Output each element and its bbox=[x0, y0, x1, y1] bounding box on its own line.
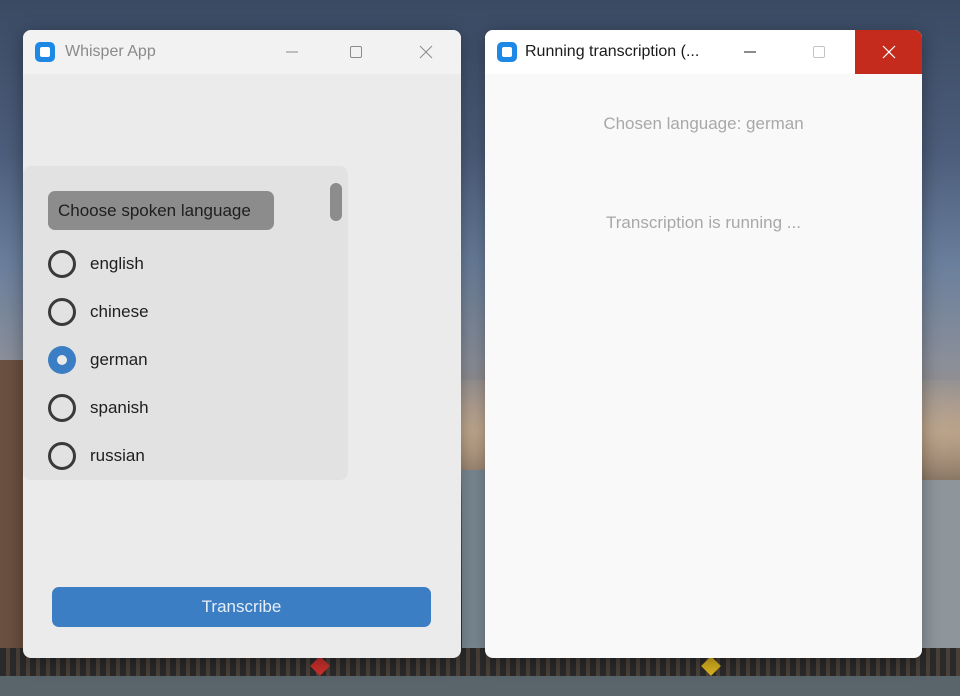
radio-label: english bbox=[90, 254, 144, 273]
title-bar[interactable]: Whisper App bbox=[23, 30, 461, 74]
radio-chinese[interactable]: chinese bbox=[48, 297, 149, 327]
radio-unchecked-icon[interactable] bbox=[48, 298, 76, 326]
running-transcription-window: Running transcription (... Chosen langua… bbox=[485, 30, 922, 658]
background-water bbox=[0, 676, 960, 696]
transcribe-button[interactable]: Transcribe bbox=[52, 587, 431, 627]
app-square-icon bbox=[497, 42, 517, 62]
window-title: Whisper App bbox=[65, 43, 156, 60]
maximize-icon bbox=[350, 46, 362, 58]
radio-checked-icon[interactable] bbox=[48, 346, 76, 374]
radio-label: chinese bbox=[90, 302, 149, 321]
language-scroll-frame[interactable]: Choose spoken language english chinese g… bbox=[23, 166, 348, 480]
app-square-icon bbox=[35, 42, 55, 62]
minimize-button[interactable] bbox=[269, 30, 315, 74]
minimize-icon bbox=[286, 51, 298, 53]
chosen-language-text: Chosen language: german bbox=[603, 114, 804, 133]
radio-unchecked-icon[interactable] bbox=[48, 394, 76, 422]
radio-unchecked-icon[interactable] bbox=[48, 442, 76, 470]
minimize-button[interactable] bbox=[727, 30, 773, 74]
background-building bbox=[922, 480, 960, 660]
title-bar[interactable]: Running transcription (... bbox=[485, 30, 922, 74]
maximize-button[interactable] bbox=[333, 30, 379, 74]
maximize-icon bbox=[813, 46, 825, 58]
transcription-status-text: Transcription is running ... bbox=[606, 213, 801, 232]
radio-label: german bbox=[90, 350, 148, 369]
close-button[interactable] bbox=[403, 30, 449, 74]
radio-english[interactable]: english bbox=[48, 249, 144, 279]
close-icon bbox=[882, 45, 895, 59]
minimize-icon bbox=[744, 51, 756, 53]
scrollbar-thumb[interactable] bbox=[330, 183, 342, 221]
background-building bbox=[462, 470, 486, 660]
close-icon bbox=[419, 45, 433, 59]
close-button[interactable] bbox=[855, 30, 922, 74]
maximize-button[interactable] bbox=[796, 30, 842, 74]
radio-russian[interactable]: russian bbox=[48, 441, 145, 471]
radio-unchecked-icon[interactable] bbox=[48, 250, 76, 278]
window-title: Running transcription (... bbox=[525, 43, 700, 60]
radio-label: spanish bbox=[90, 398, 149, 417]
radio-german[interactable]: german bbox=[48, 345, 148, 375]
whisper-app-window: Whisper App Choose spoken language engli… bbox=[23, 30, 461, 658]
language-prompt-label: Choose spoken language bbox=[48, 191, 274, 230]
radio-label: russian bbox=[90, 446, 145, 465]
radio-spanish[interactable]: spanish bbox=[48, 393, 149, 423]
